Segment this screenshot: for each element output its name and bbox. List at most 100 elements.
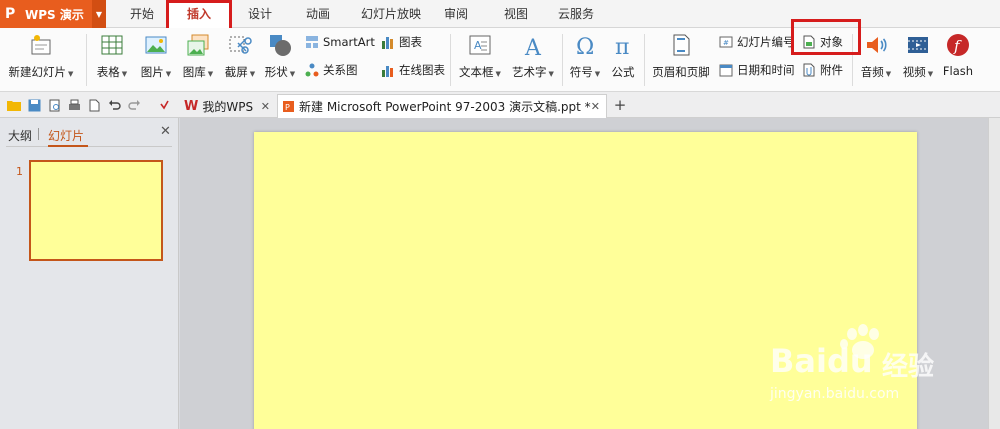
baidu-watermark: Baidu 经验 jingyan.baidu.com (760, 320, 960, 410)
print-icon[interactable] (66, 97, 82, 113)
undo-icon[interactable] (106, 97, 122, 113)
equation-button[interactable]: π 公式 (606, 32, 640, 86)
tab-slides[interactable]: 幻灯片 (48, 127, 84, 144)
new-slide-button[interactable]: 新建幻灯片 ▼ (6, 32, 76, 86)
header-footer-button[interactable]: 页眉和页脚 (650, 32, 712, 86)
ribbon-divider (852, 34, 853, 86)
svg-text:Ω: Ω (576, 35, 594, 57)
word-art-button[interactable]: A 艺术字 ▼ (508, 32, 558, 86)
close-icon[interactable]: ✕ (591, 100, 600, 113)
object-button[interactable]: 对象 (801, 32, 843, 52)
slide-number-label: 幻灯片编号 (737, 35, 795, 49)
screenshot-label: 截屏 (224, 65, 248, 79)
screenshot-icon (227, 32, 253, 58)
panel-divider (6, 146, 172, 147)
svg-text:A: A (474, 39, 482, 52)
tab-view[interactable]: 视图 (496, 0, 536, 28)
date-time-label: 日期和时间 (737, 63, 795, 77)
new-slide-icon (28, 32, 54, 58)
smartart-button[interactable]: SmartArt (304, 32, 375, 52)
app-menu-button[interactable]: P WPS 演示 ▼ (0, 0, 106, 28)
tab-review[interactable]: 审阅 (436, 0, 476, 28)
audio-button[interactable]: 音频 ▼ (856, 32, 896, 86)
smartart-label: SmartArt (323, 35, 375, 49)
shapes-label: 形状 (264, 65, 288, 79)
text-box-button[interactable]: A 文本框 ▼ (456, 32, 504, 86)
ribbon-divider (562, 34, 563, 86)
word-art-icon: A (520, 32, 546, 58)
tab-animation[interactable]: 动画 (294, 0, 342, 28)
online-chart-button[interactable]: 在线图表 (380, 60, 445, 80)
flash-button[interactable]: f Flash (940, 32, 976, 86)
smartart-icon (304, 34, 320, 50)
tab-my-wps[interactable]: W 我的WPS ✕ (180, 94, 276, 118)
print-preview-icon[interactable] (46, 97, 62, 113)
chart-button[interactable]: 图表 (380, 32, 422, 52)
text-box-icon: A (467, 32, 493, 58)
gallery-label: 图库 (182, 65, 206, 79)
tab-insert[interactable]: 插入 (168, 0, 230, 28)
open-folder-icon[interactable] (6, 97, 22, 113)
video-label: 视频 (902, 65, 926, 79)
chart-icon (380, 34, 396, 50)
watermark-url: jingyan.baidu.com (770, 386, 900, 402)
tab-slideshow[interactable]: 幻灯片放映 (352, 0, 430, 28)
ribbon: 新建幻灯片 ▼ 表格 ▼ 图片 ▼ 图库 ▼ 截屏 ▼ 形状 ▼ SmartArt (0, 28, 1000, 92)
save-icon[interactable] (26, 97, 42, 113)
flash-icon: f (945, 32, 971, 58)
video-button[interactable]: 视频 ▼ (898, 32, 938, 86)
close-icon[interactable]: ✕ (160, 124, 171, 139)
new-tab-plus-icon[interactable]: + (612, 96, 628, 114)
document-icon[interactable] (86, 97, 102, 113)
date-time-button[interactable]: 日期和时间 (718, 60, 795, 80)
table-button[interactable]: 表格 ▼ (94, 32, 130, 86)
omega-icon: Ω (572, 32, 598, 58)
picture-label: 图片 (140, 65, 164, 79)
header-footer-icon (668, 32, 694, 58)
shapes-icon (267, 32, 293, 58)
relation-diagram-button[interactable]: 关系图 (304, 60, 358, 80)
video-icon (905, 32, 931, 58)
tab-home[interactable]: 开始 (118, 0, 166, 28)
tab-cloud[interactable]: 云服务 (552, 0, 600, 28)
flash-label: Flash (942, 64, 974, 78)
ppt-file-icon: P (282, 100, 295, 113)
attachment-button[interactable]: 附件 (801, 60, 843, 80)
table-icon (99, 32, 125, 58)
panel-tab-divider (38, 128, 39, 140)
redo-icon[interactable] (126, 97, 142, 113)
text-box-label: 文本框 (459, 65, 494, 79)
screenshot-button[interactable]: 截屏 ▼ (220, 32, 260, 86)
online-chart-icon (380, 62, 396, 78)
tab-my-wps-label: 我的WPS (202, 99, 254, 114)
customize-toolbar-icon[interactable] (156, 97, 172, 113)
chart-label: 图表 (399, 35, 422, 49)
calendar-icon (718, 62, 734, 78)
wps-logo-icon: P (5, 6, 16, 22)
gallery-button[interactable]: 图库 ▼ (178, 32, 218, 86)
table-label: 表格 (96, 65, 120, 79)
ribbon-divider (644, 34, 645, 86)
active-tab-underline (48, 145, 88, 147)
tab-design[interactable]: 设计 (236, 0, 284, 28)
close-icon[interactable]: ✕ (261, 100, 270, 113)
vertical-scrollbar[interactable] (988, 118, 1000, 429)
picture-button[interactable]: 图片 ▼ (136, 32, 176, 86)
symbol-label: 符号 (569, 65, 593, 79)
document-tab-bar: W 我的WPS ✕ P 新建 Microsoft PowerPoint 97-2… (0, 92, 1000, 118)
symbol-button[interactable]: Ω 符号 ▼ (566, 32, 604, 86)
menu-bar: P WPS 演示 ▼ 开始 插入 设计 动画 幻灯片放映 审阅 视图 云服务 (0, 0, 1000, 28)
ribbon-divider (86, 34, 87, 86)
slide-thumbnail[interactable] (29, 160, 163, 261)
audio-label: 音频 (860, 65, 884, 79)
gallery-icon (185, 32, 211, 58)
pi-icon: π (610, 32, 636, 58)
tab-outline[interactable]: 大纲 (8, 127, 32, 144)
equation-label: 公式 (611, 65, 635, 79)
shapes-button[interactable]: 形状 ▼ (262, 32, 298, 86)
tab-presentation-document[interactable]: P 新建 Microsoft PowerPoint 97-2003 演示文稿.p… (277, 94, 607, 118)
slide-number-button[interactable]: # 幻灯片编号 (718, 32, 795, 52)
slide-number-icon: # (718, 34, 734, 50)
chevron-down-icon[interactable]: ▼ (92, 0, 106, 28)
wps-icon: W (184, 98, 199, 114)
